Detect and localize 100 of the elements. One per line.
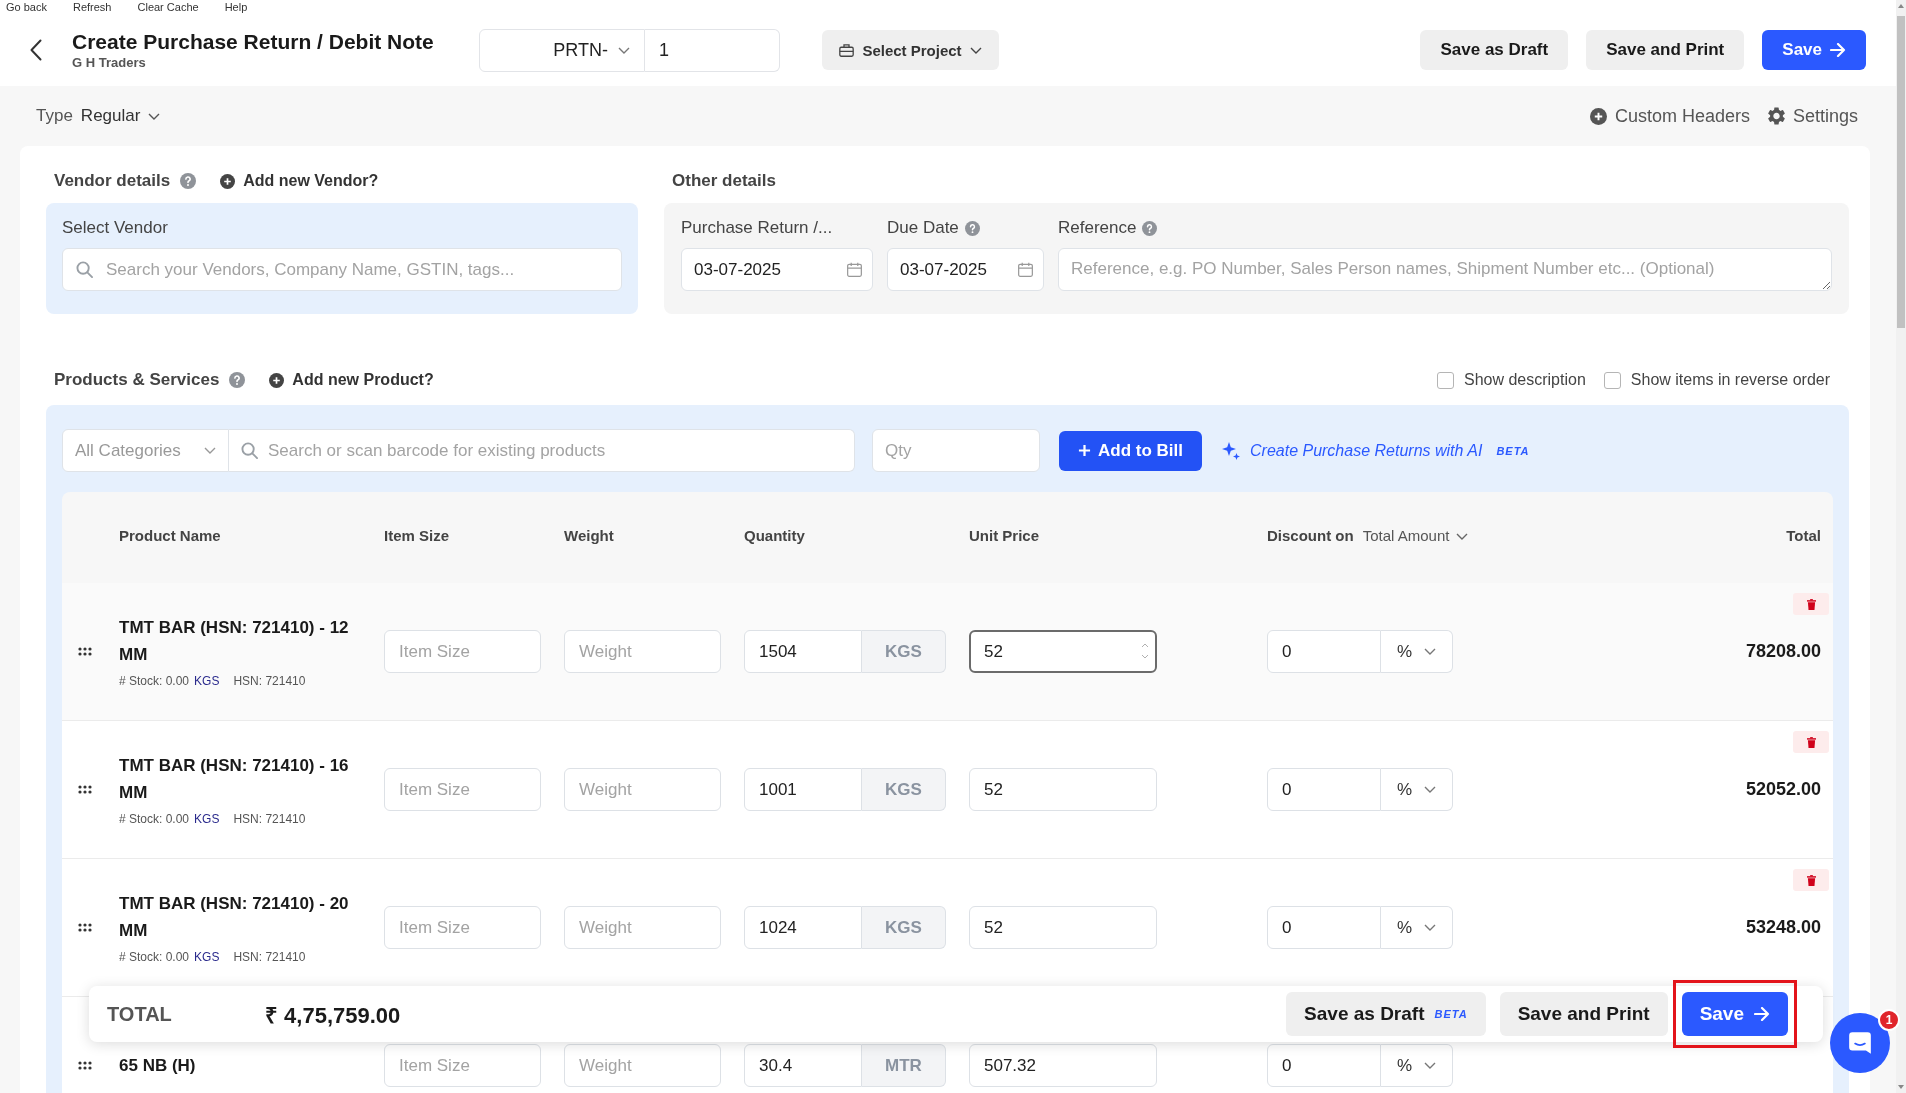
date-field[interactable]: 03-07-2025 <box>681 248 873 291</box>
section-title: Other details <box>672 171 776 191</box>
total-label: TOTAL <box>107 1002 173 1026</box>
item-size-field[interactable]: Item Size <box>384 630 541 673</box>
item-size-field[interactable]: Item Size <box>384 1044 541 1087</box>
help-icon[interactable] <box>229 372 246 388</box>
delete-button[interactable] <box>1793 731 1829 753</box>
type-dropdown[interactable]: Regular <box>80 106 161 126</box>
weight-field[interactable]: Weight <box>564 630 721 673</box>
chevron-down-icon <box>1424 786 1437 793</box>
chevron-down-icon <box>204 447 216 454</box>
stock-label: # Stock: 0.00 <box>119 812 190 827</box>
add-product-link[interactable]: Add new Product? <box>269 371 434 389</box>
plus-icon <box>1078 444 1091 457</box>
discount-field[interactable]: 0 <box>1267 906 1381 949</box>
save-button[interactable]: Save <box>1762 30 1866 70</box>
discount-type-dropdown[interactable]: % <box>1381 1044 1453 1087</box>
column-header: Total <box>1786 526 1821 546</box>
discount-type-dropdown[interactable]: % <box>1381 768 1453 811</box>
scroll-down-icon[interactable] <box>1898 1085 1904 1089</box>
menu-link[interactable]: Help <box>224 0 248 14</box>
scrollbar[interactable] <box>1896 0 1906 1093</box>
column-header: Unit Price <box>969 526 1041 546</box>
arrow-right-icon <box>1830 43 1846 57</box>
quantity-field[interactable]: 30.4 <box>744 1044 862 1087</box>
back-icon[interactable] <box>30 39 42 61</box>
field-label: Purchase Return /... <box>681 217 833 239</box>
discount-field[interactable]: 0 <box>1267 768 1381 811</box>
beta-label: BETA <box>1434 1008 1468 1020</box>
stock-unit: KGS <box>194 812 220 827</box>
menu-link[interactable]: Refresh <box>72 0 112 14</box>
number-field[interactable]: 1 <box>645 28 780 72</box>
discount-type-dropdown[interactable]: % <box>1381 630 1453 673</box>
stepper-icon[interactable] <box>1141 641 1149 661</box>
option-label[interactable]: Show description <box>1463 371 1586 389</box>
row-total: 78208.00 <box>1745 641 1821 662</box>
checkbox[interactable] <box>1603 371 1621 389</box>
calendar-icon <box>847 262 862 277</box>
quantity-field[interactable]: 1024 <box>744 906 862 949</box>
vendor-search-field[interactable]: Search your Vendors, Company Name, GSTIN, tags... <box>62 248 622 291</box>
discount-basis-dropdown[interactable]: Total Amount <box>1362 526 1469 546</box>
settings-link[interactable]: Settings <box>1767 105 1858 127</box>
drag-handle-icon[interactable] <box>78 1061 92 1070</box>
save-button[interactable]: Save <box>1681 992 1788 1036</box>
section-title: Vendor details <box>54 171 171 191</box>
unit-label: MTR <box>862 1044 946 1087</box>
save-draft-button[interactable]: Save as Draft BETA <box>1286 992 1486 1036</box>
item-size-field[interactable]: Item Size <box>384 768 541 811</box>
product-search-field[interactable]: Search or scan barcode for existing products <box>229 429 855 472</box>
item-size-field[interactable]: Item Size <box>384 906 541 949</box>
weight-field[interactable]: Weight <box>564 906 721 949</box>
weight-field[interactable]: Weight <box>564 768 721 811</box>
reference-field[interactable]: Reference, e.g. PO Number, Sales Person names, Shipment Number etc... (Optional) <box>1058 248 1832 291</box>
unit-price-field[interactable]: 52 <box>969 906 1157 949</box>
scrollbar-thumb[interactable] <box>1897 16 1905 328</box>
help-icon[interactable] <box>964 220 980 236</box>
drag-handle-icon[interactable] <box>78 647 92 656</box>
stock-unit: KGS <box>194 950 220 965</box>
menu-link[interactable]: Clear Cache <box>137 0 199 14</box>
option-label[interactable]: Show items in reverse order <box>1630 371 1830 389</box>
quantity-field[interactable]: 1001 <box>744 768 862 811</box>
product-name: TMT BAR (HSN: 721410) - 20 MM <box>119 893 350 942</box>
stock-label: # Stock: 0.00 <box>119 674 190 689</box>
delete-button[interactable] <box>1793 869 1829 891</box>
qty-field[interactable]: Qty <box>872 429 1040 472</box>
add-vendor-link[interactable]: Add new Vendor? <box>220 172 379 190</box>
field-label: Due Date <box>887 217 959 239</box>
checkbox[interactable] <box>1436 371 1454 389</box>
add-to-bill-button[interactable]: Add to Bill <box>1059 430 1202 471</box>
scroll-up-icon[interactable] <box>1898 4 1904 8</box>
quantity-field[interactable]: 1504 <box>744 630 862 673</box>
drag-handle-icon[interactable] <box>78 785 92 794</box>
chevron-down-icon <box>1424 648 1437 655</box>
chat-icon <box>1847 1030 1873 1056</box>
help-icon[interactable] <box>180 173 197 189</box>
prefix-dropdown[interactable]: PRTN- <box>479 28 645 72</box>
menu-link[interactable]: Go back <box>6 0 47 14</box>
drag-handle-icon[interactable] <box>78 923 92 932</box>
notification-badge: 1 <box>1878 1009 1900 1031</box>
help-icon[interactable] <box>1142 220 1158 236</box>
date-field[interactable]: 03-07-2025 <box>887 248 1044 291</box>
discount-field[interactable]: 0 <box>1267 1044 1381 1087</box>
unit-price-field[interactable]: 507.32 <box>969 1044 1157 1087</box>
select-project-button[interactable]: Select Project <box>822 30 999 70</box>
ai-link[interactable]: Create Purchase Returns with AI <box>1222 441 1483 460</box>
hsn-label: HSN: 721410 <box>233 950 306 965</box>
unit-label: KGS <box>862 630 946 673</box>
delete-button[interactable] <box>1793 593 1829 615</box>
discount-field[interactable]: 0 <box>1267 630 1381 673</box>
discount-type-dropdown[interactable]: % <box>1381 906 1453 949</box>
save-print-button[interactable]: Save and Print <box>1499 992 1668 1036</box>
stock-unit: KGS <box>194 674 220 689</box>
unit-price-field[interactable]: 52 <box>969 768 1157 811</box>
weight-field[interactable]: Weight <box>564 1044 721 1087</box>
save-print-button[interactable]: Save and Print <box>1586 30 1745 70</box>
unit-price-field[interactable]: 52 <box>969 630 1157 673</box>
save-draft-button[interactable]: Save as Draft <box>1420 30 1569 70</box>
hsn-label: HSN: 721410 <box>233 674 306 689</box>
beta-label: BETA <box>1496 444 1530 457</box>
custom-headers-link[interactable]: Custom Headers <box>1589 105 1750 127</box>
